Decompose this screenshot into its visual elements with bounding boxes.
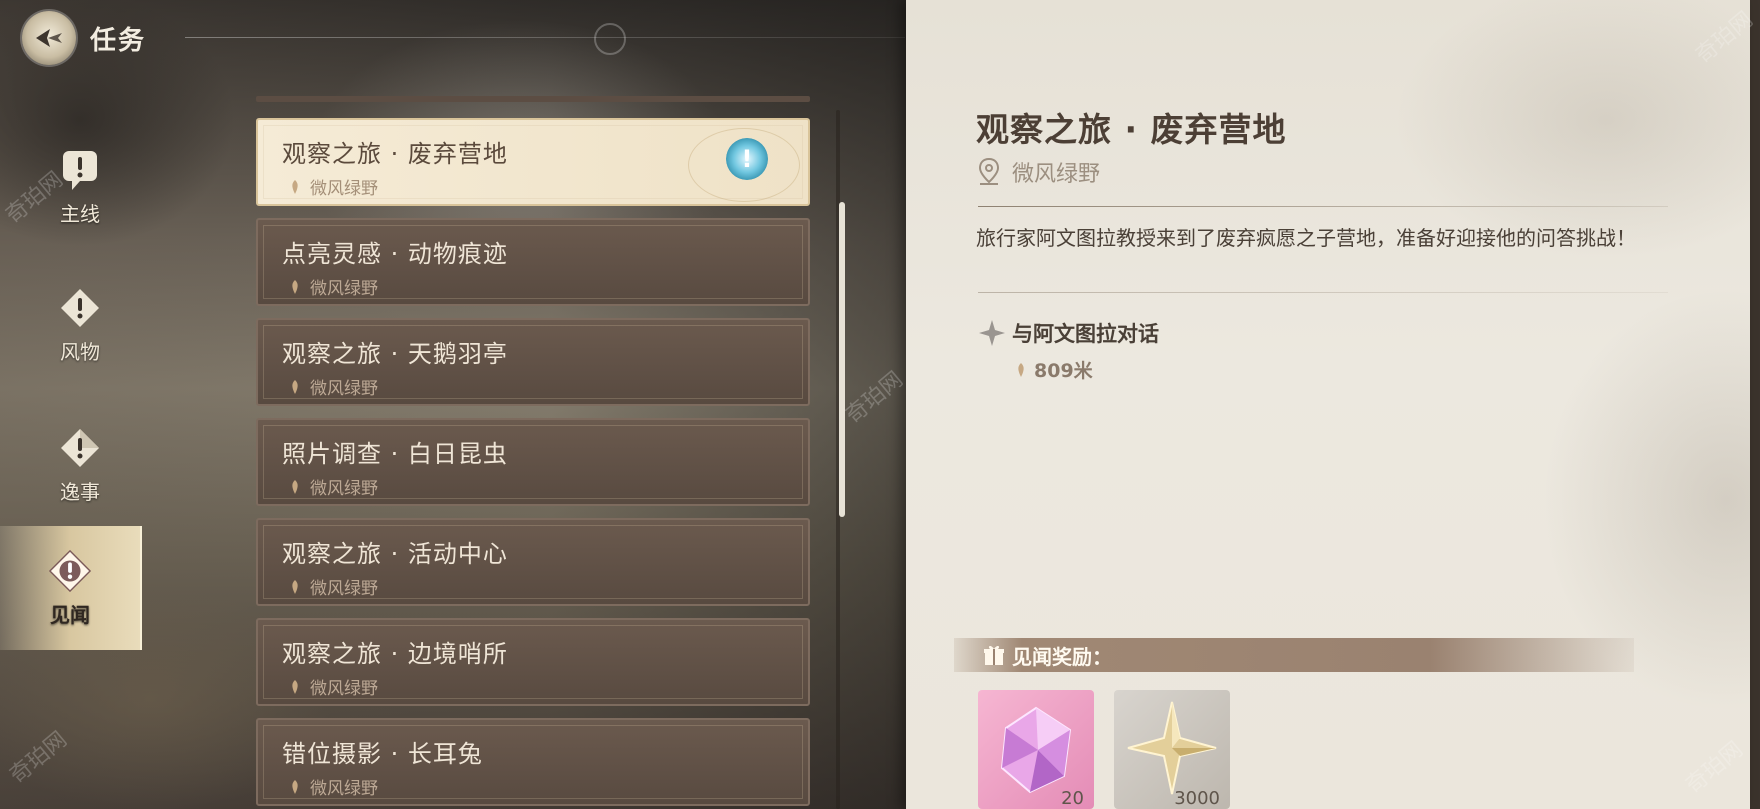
quest-location-label: 微风绿野 (310, 479, 378, 499)
map-marker-icon (978, 158, 1000, 185)
objective-text: 与阿文图拉对话 (1012, 322, 1159, 346)
header: 任务 (22, 10, 146, 66)
quest-location-label: 微风绿野 (310, 279, 378, 299)
quest-title: 观察之旅 · 边境哨所 (282, 640, 508, 668)
detail-description: 旅行家阿文图拉教授来到了废弃疯愿之子营地，准备好迎接他的问答挑战！ (976, 226, 1636, 250)
location-pin-icon (292, 679, 298, 694)
anecdote-icon (58, 426, 102, 470)
quest-title: 观察之旅 · 废弃营地 (282, 140, 508, 168)
category-label: 主线 (60, 201, 100, 226)
scrollbar-thumb[interactable] (839, 202, 845, 517)
objective-distance: 809米 (1016, 356, 1093, 383)
location-pin-icon (292, 579, 298, 594)
reward-count: 20 (1061, 788, 1084, 809)
back-button[interactable] (22, 11, 76, 65)
divider (978, 206, 1668, 207)
detail-title: 观察之旅 · 废弃营地 (976, 110, 1287, 149)
reward-count: 3000 (1174, 788, 1220, 809)
quest-alert-icon: ! (726, 138, 768, 180)
sparkle-icon (979, 320, 1005, 346)
quest-location: 微风绿野 (290, 274, 378, 299)
reward-label: 见闻奖励： (1012, 644, 1112, 669)
scenery-icon (58, 286, 102, 330)
header-ornament (594, 23, 626, 55)
gift-icon (984, 645, 1004, 665)
quest-location-label: 微风绿野 (310, 779, 378, 799)
quest-location: 微风绿野 (290, 574, 378, 599)
header-divider (185, 37, 905, 38)
quest-location: 微风绿野 (290, 474, 378, 499)
objective: 与阿文图拉对话 (978, 318, 1159, 348)
detail-location: 微风绿野 (978, 156, 1100, 188)
category-label: 风物 (60, 339, 100, 364)
category-anecdote[interactable]: 逸事 (28, 406, 132, 524)
quest-item[interactable]: 错位摄影 · 长耳兔 微风绿野 (256, 718, 810, 806)
category-scenery[interactable]: 风物 (28, 266, 132, 384)
quest-location: 微风绿野 (290, 374, 378, 399)
reward-header: 见闻奖励： (954, 638, 1634, 672)
quest-location-label: 微风绿野 (310, 579, 378, 599)
quest-location-label: 微风绿野 (310, 679, 378, 699)
quest-title: 观察之旅 · 天鹅羽亭 (282, 340, 508, 368)
category-label: 见闻 (50, 602, 90, 627)
quest-item[interactable]: 观察之旅 · 边境哨所 微风绿野 (256, 618, 810, 706)
quest-title: 照片调查 · 白日昆虫 (282, 440, 508, 468)
quest-location: 微风绿野 (290, 774, 378, 799)
sightseeing-icon (48, 549, 92, 593)
location-pin-icon (292, 479, 298, 494)
quest-location-label: 微风绿野 (310, 179, 378, 199)
quest-item-selected[interactable]: 观察之旅 · 废弃营地 微风绿野 ! (256, 118, 810, 206)
page-title: 任务 (90, 25, 147, 56)
quest-item[interactable]: 观察之旅 · 天鹅羽亭 微风绿野 (256, 318, 810, 406)
divider (978, 292, 1668, 293)
location-pin-icon (292, 279, 298, 294)
location-pin-icon (292, 379, 298, 394)
distance-label: 809米 (1034, 360, 1093, 382)
location-pin-icon (1018, 362, 1024, 377)
quest-detail-panel: 观察之旅 · 废弃营地 微风绿野 旅行家阿文图拉教授来到了废弃疯愿之子营地，准备… (906, 0, 1750, 809)
quest-location-label: 微风绿野 (310, 379, 378, 399)
quest-title: 观察之旅 · 活动中心 (282, 540, 508, 568)
quest-title: 错位摄影 · 长耳兔 (282, 740, 483, 768)
quest-item[interactable]: 照片调查 · 白日昆虫 微风绿野 (256, 418, 810, 506)
quest-title: 点亮灵感 · 动物痕迹 (282, 240, 508, 268)
location-pin-icon (292, 779, 298, 794)
detail-location-label: 微风绿野 (1012, 162, 1101, 187)
quest-item[interactable]: 观察之旅 · 活动中心 微风绿野 (256, 518, 810, 606)
quest-location: 微风绿野 (290, 174, 378, 199)
category-label: 逸事 (60, 479, 100, 504)
reward-item[interactable]: 3000 (1114, 690, 1230, 809)
location-pin-icon (292, 179, 298, 194)
quest-item[interactable]: 点亮灵感 · 动物痕迹 微风绿野 (256, 218, 810, 306)
quest-location: 微风绿野 (290, 674, 378, 699)
reward-item[interactable]: 20 (978, 690, 1094, 809)
back-arrow-icon (36, 29, 62, 47)
category-sightseeing[interactable]: 见闻 (0, 526, 142, 650)
quest-list: 观察之旅 · 废弃营地 微风绿野 ! 点亮灵感 · 动物痕迹 微风绿野 观察之旅… (256, 98, 812, 809)
